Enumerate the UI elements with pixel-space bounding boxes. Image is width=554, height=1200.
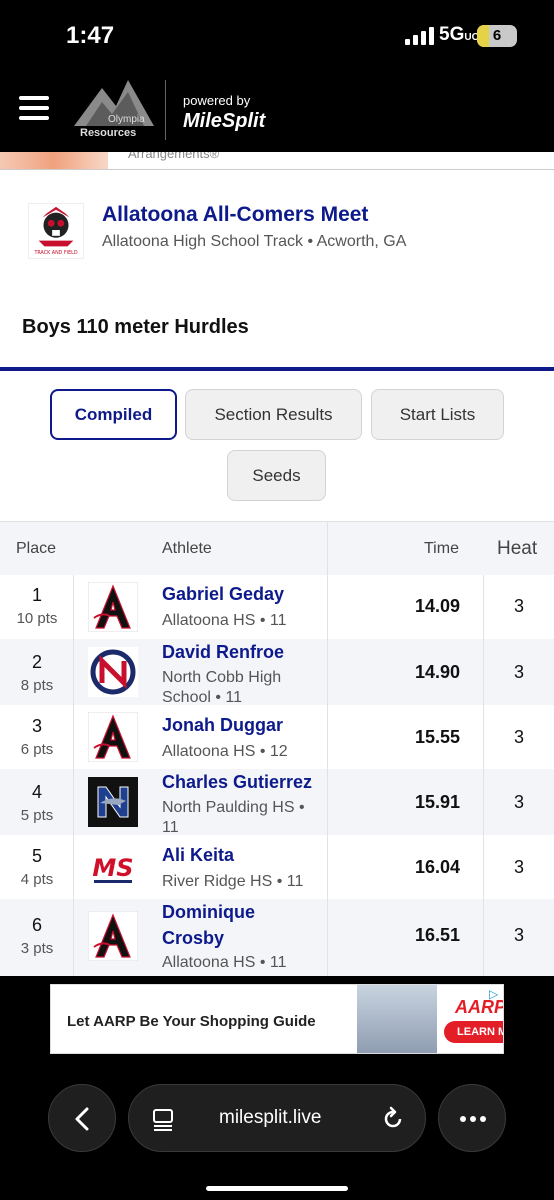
athlete-school[interactable]: North Paulding HS • 11 — [162, 798, 324, 838]
athlete-school[interactable]: North Cobb High School • 11 — [162, 668, 324, 708]
site-header: Olympia Resources powered by MileSplit — [0, 70, 554, 152]
heat-value: 3 — [513, 792, 524, 812]
meet-location: Allatoona High School Track • Acworth, G… — [102, 233, 407, 250]
menu-icon[interactable] — [19, 96, 49, 120]
reload-icon[interactable] — [379, 1105, 407, 1133]
header-athlete[interactable]: Athlete — [162, 540, 212, 558]
meet-logo: TRACK AND FIELD — [28, 203, 84, 259]
table-row[interactable]: 5 4 pts MS Ali Keita River Ridge HS • 11… — [0, 835, 554, 899]
heat-value: 3 — [513, 596, 524, 616]
time-value: 14.09 — [414, 596, 460, 616]
address-bar[interactable]: milesplit.live — [128, 1084, 426, 1152]
table-row[interactable]: 1 10 pts Gabriel Geday Allatoona HS • 11… — [0, 575, 554, 639]
results-tabs: Compiled Section Results Start Lists See… — [0, 371, 554, 521]
points-value: 10 pts — [16, 610, 58, 627]
status-time: 1:47 — [66, 22, 115, 49]
ad-headline: Let AARP Be Your Shopping Guide — [67, 1013, 316, 1030]
table-row[interactable]: 3 6 pts Jonah Duggar Allatoona HS • 12 1… — [0, 705, 554, 769]
place-value: 4 — [31, 782, 42, 802]
athlete-name[interactable]: Dominique Crosby — [162, 899, 282, 951]
tab-section-results[interactable]: Section Results — [185, 389, 362, 440]
tab-compiled[interactable]: Compiled — [50, 389, 177, 440]
athlete-name[interactable]: Charles Gutierrez — [162, 769, 322, 795]
place-value: 3 — [31, 716, 42, 736]
athlete-school[interactable]: Allatoona HS • 11 — [162, 953, 324, 973]
learn-more-button[interactable]: LEARN MORE — [444, 1021, 503, 1043]
header-time[interactable]: Time — [424, 540, 459, 558]
points-value: 3 pts — [20, 940, 54, 957]
place-value: 6 — [31, 915, 42, 935]
athlete-school[interactable]: Allatoona HS • 12 — [162, 742, 324, 762]
points-value: 8 pts — [20, 677, 54, 694]
results-table: Place Athlete Time Heat 1 10 pts Gabriel… — [0, 521, 554, 976]
back-button[interactable] — [48, 1084, 116, 1152]
heat-value: 3 — [513, 857, 524, 877]
ad-image — [357, 985, 437, 1053]
network-indicator: 5GUC — [439, 24, 479, 45]
time-value: 16.51 — [414, 925, 460, 945]
battery-icon: 6 — [477, 25, 517, 47]
more-options-button[interactable] — [438, 1084, 506, 1152]
table-row[interactable]: 6 3 pts Dominique Crosby Allatoona HS • … — [0, 899, 554, 976]
time-value: 14.90 — [414, 662, 460, 682]
svg-text:MS: MS — [92, 854, 133, 882]
north-paulding-logo — [88, 777, 138, 827]
athlete-name[interactable]: David Renfroe — [162, 639, 322, 665]
table-header: Place Athlete Time Heat — [0, 521, 554, 575]
svg-text:TRACK AND FIELD: TRACK AND FIELD — [33, 250, 77, 256]
table-row[interactable]: 4 5 pts Charles Gutierrez North Paulding… — [0, 769, 554, 838]
meet-card: TRACK AND FIELD Allatoona All-Comers Mee… — [0, 170, 554, 370]
powered-by-label: powered by — [183, 93, 251, 108]
chevron-left-icon — [75, 1107, 89, 1131]
page-menu-icon[interactable] — [151, 1107, 175, 1131]
url-text: milesplit.live — [219, 1107, 322, 1128]
points-value: 6 pts — [20, 741, 54, 758]
points-value: 5 pts — [20, 807, 54, 824]
allatoona-logo — [88, 712, 138, 762]
header-divider — [165, 80, 166, 140]
river-ridge-logo: MS — [88, 842, 138, 892]
header-place[interactable]: Place — [16, 540, 56, 558]
athlete-name[interactable]: Jonah Duggar — [162, 712, 322, 738]
home-indicator — [206, 1186, 348, 1191]
more-icon — [460, 1116, 486, 1122]
tab-start-lists[interactable]: Start Lists — [371, 389, 504, 440]
north-cobb-logo — [88, 647, 138, 697]
ad-strip[interactable]: Arrangements® — [0, 152, 554, 170]
place-value: 5 — [31, 846, 42, 866]
header-heat[interactable]: Heat — [497, 538, 537, 560]
heat-value: 3 — [513, 662, 524, 682]
logo-text-bottom: Resources — [80, 127, 137, 139]
aarp-ad-banner[interactable]: Let AARP Be Your Shopping Guide AARP LEA… — [50, 984, 504, 1054]
points-value: 4 pts — [20, 871, 54, 888]
ad-strip-text: Arrangements® — [128, 152, 220, 161]
place-value: 2 — [31, 652, 42, 672]
milesplit-logo[interactable]: MileSplit — [183, 110, 265, 133]
signal-icon — [405, 27, 434, 45]
ad-info-icon[interactable]: ▷⋮ — [489, 987, 503, 1001]
ad-strip-image — [0, 152, 108, 170]
athlete-school[interactable]: Allatoona HS • 11 — [162, 611, 324, 631]
logo-text-top: Olympia — [108, 114, 145, 125]
time-value: 15.91 — [414, 792, 460, 812]
table-row[interactable]: 2 8 pts David Renfroe North Cobb High Sc… — [0, 639, 554, 708]
athlete-name[interactable]: Ali Keita — [162, 842, 322, 868]
time-value: 16.04 — [414, 857, 460, 877]
allatoona-logo — [88, 582, 138, 632]
heat-value: 3 — [513, 925, 524, 945]
event-title: Boys 110 meter Hurdles — [22, 316, 249, 338]
status-bar: 1:47 5GUC 6 — [0, 0, 554, 70]
place-value: 1 — [31, 585, 42, 605]
browser-toolbar: milesplit.live — [0, 1054, 554, 1200]
athlete-school[interactable]: River Ridge HS • 11 — [162, 872, 324, 892]
athlete-name[interactable]: Gabriel Geday — [162, 581, 322, 607]
heat-value: 3 — [513, 727, 524, 747]
allatoona-logo — [88, 911, 138, 961]
meet-title[interactable]: Allatoona All-Comers Meet — [102, 203, 368, 227]
time-value: 15.55 — [414, 727, 460, 747]
tab-seeds[interactable]: Seeds — [227, 450, 326, 501]
